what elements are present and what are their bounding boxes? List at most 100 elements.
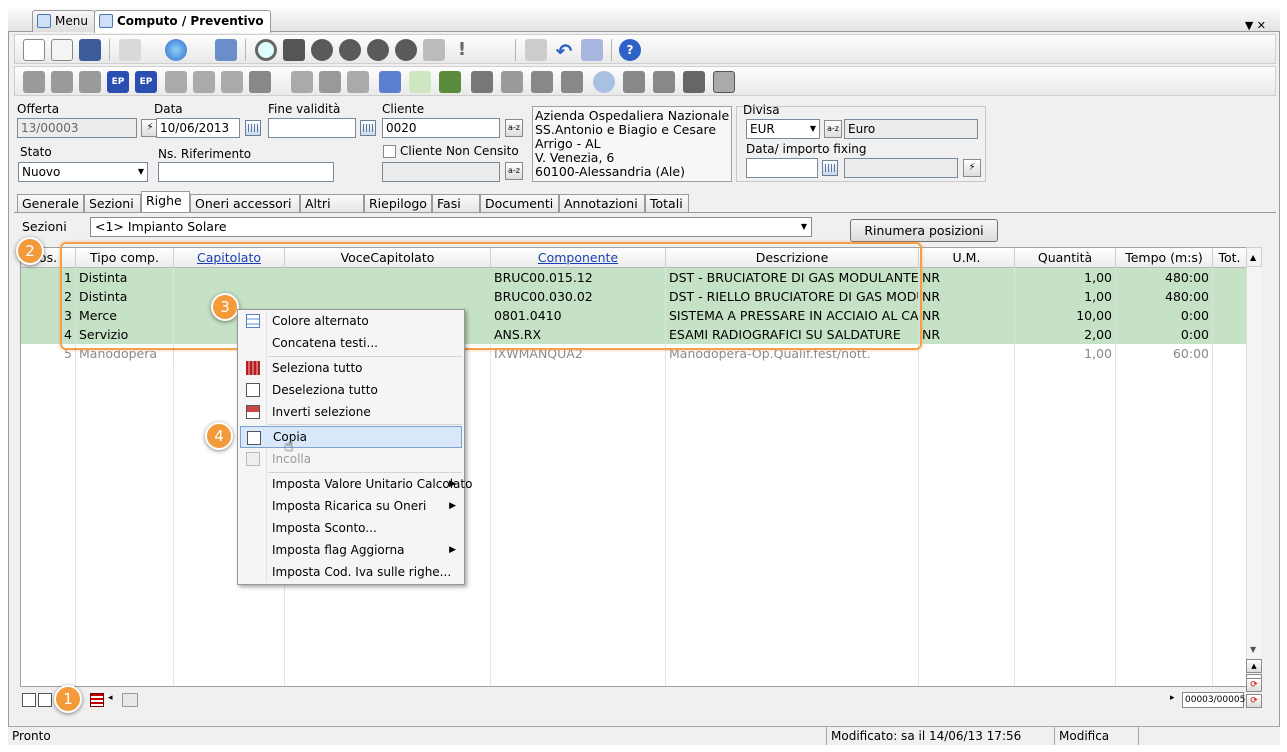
wrench-icon[interactable] — [501, 71, 523, 93]
help-icon[interactable]: ? — [619, 39, 641, 61]
spreadsheet-icon[interactable] — [409, 71, 431, 93]
refresh-icon[interactable]: ⟳ — [1246, 678, 1262, 692]
search-icon[interactable] — [255, 39, 277, 61]
compass-icon[interactable] — [593, 71, 615, 93]
tag-icon[interactable] — [683, 71, 705, 93]
tab-generale[interactable]: Generale — [17, 194, 84, 213]
tab-sezioni[interactable]: Sezioni — [84, 194, 141, 213]
settings-icon[interactable] — [215, 39, 237, 61]
scroll-right-icon[interactable]: ▸ — [1170, 693, 1175, 703]
window-icon[interactable] — [713, 71, 735, 93]
tab-oneri-accessori[interactable]: Oneri accessori — [190, 194, 300, 213]
gear-search-icon[interactable] — [653, 71, 675, 93]
first-record-icon[interactable] — [311, 39, 333, 61]
riferimento-field[interactable] — [158, 162, 334, 182]
tools-icon[interactable] — [319, 71, 341, 93]
attachment-icon[interactable] — [581, 39, 603, 61]
next-record-icon[interactable] — [367, 39, 389, 61]
menu-seleziona-tutto[interactable]: Seleziona tutto — [240, 357, 462, 379]
menu-incolla[interactable]: Incolla — [240, 448, 462, 470]
menu-flag-aggiorna[interactable]: Imposta flag Aggiorna ▶ — [240, 539, 462, 561]
rinumera-posizioni-button[interactable]: Rinumera posizioni — [850, 219, 998, 242]
menu-concatena-testi[interactable]: Concatena testi... — [240, 332, 462, 354]
move-up-icon[interactable]: ▲ — [1246, 659, 1262, 673]
menu-cod-iva[interactable]: Imposta Cod. Iva sulle righe... — [240, 561, 462, 583]
copy-record-icon[interactable] — [423, 39, 445, 61]
menu-imposta-sconto[interactable]: Imposta Sconto... — [240, 517, 462, 539]
menu-valore-unitario[interactable]: Imposta Valore Unitario Calcolato ▶ — [240, 473, 472, 495]
view-grid-icon[interactable] — [90, 693, 104, 707]
non-censito-checkbox[interactable] — [383, 145, 396, 158]
save-icon[interactable] — [79, 39, 101, 61]
lookup-icon[interactable]: a-z — [505, 119, 523, 137]
document-import-icon[interactable] — [221, 71, 243, 93]
tree-icon[interactable] — [439, 71, 461, 93]
person-icon[interactable] — [623, 71, 645, 93]
calendar-icon[interactable] — [360, 120, 376, 136]
tab-computo-preventivo[interactable]: Computo / Preventivo — [94, 10, 271, 33]
stato-select[interactable]: Nuovo ▼ — [18, 162, 148, 182]
ep-settings-icon[interactable]: EP — [135, 71, 157, 93]
tab-annotazioni[interactable]: Annotazioni — [559, 194, 645, 213]
sezioni-select[interactable]: <1> Impianto Solare ▼ — [90, 217, 812, 237]
data-field[interactable]: 10/06/2013 — [156, 118, 240, 138]
lightning-icon[interactable]: ⚡ — [963, 159, 981, 177]
divisa-select[interactable]: EUR ▼ — [746, 119, 820, 139]
tab-fasi[interactable]: Fasi — [432, 194, 480, 213]
refresh-2-icon[interactable]: ⟳ — [1246, 694, 1262, 708]
export-icon[interactable] — [119, 39, 141, 61]
lookup-icon[interactable]: a-z — [824, 120, 842, 138]
column-header[interactable]: U.M. — [919, 248, 1015, 268]
view-form-icon[interactable] — [22, 693, 36, 707]
document-export-icon[interactable] — [193, 71, 215, 93]
calendar-icon[interactable] — [822, 160, 838, 176]
horizontal-scroll-thumb[interactable] — [122, 693, 138, 707]
view-list-icon[interactable] — [38, 693, 52, 707]
menu-colore-alternato[interactable]: Colore alternato — [240, 310, 462, 332]
undo-icon[interactable]: ↶ — [553, 39, 575, 63]
edit-document-icon[interactable] — [51, 39, 73, 61]
last-record-icon[interactable] — [395, 39, 417, 61]
window-controls[interactable]: ▼ ✕ — [1245, 19, 1266, 32]
globe-icon[interactable] — [165, 39, 187, 61]
menu-copia[interactable]: Copia — [240, 426, 462, 448]
tab-righe[interactable]: Righe — [141, 191, 190, 213]
house-icon[interactable] — [531, 71, 553, 93]
open-folder-2-icon[interactable] — [51, 71, 73, 93]
house-2-icon[interactable] — [561, 71, 583, 93]
vertical-scrollbar[interactable]: ▼ — [1246, 267, 1262, 687]
open-folder-3-icon[interactable] — [79, 71, 101, 93]
cliente-field[interactable]: 0020 — [382, 118, 500, 138]
binoculars-icon[interactable] — [283, 39, 305, 61]
fixing-amount-field[interactable] — [844, 158, 958, 178]
tab-totali[interactable]: Totali — [645, 194, 689, 213]
non-censito-field[interactable] — [382, 162, 500, 182]
calendar-icon[interactable] — [245, 120, 261, 136]
column-header[interactable]: Tot. — [1213, 248, 1247, 268]
previous-record-icon[interactable] — [339, 39, 361, 61]
scroll-down-icon[interactable]: ▼ — [1250, 645, 1256, 654]
offerta-field[interactable]: 13/00003 — [17, 118, 137, 138]
delete-icon[interactable] — [525, 39, 547, 61]
tab-menu[interactable]: Menu — [32, 10, 95, 32]
report-icon[interactable] — [347, 71, 369, 93]
copy-icon[interactable] — [291, 71, 313, 93]
fine-validita-field[interactable] — [268, 118, 356, 138]
print-icon[interactable] — [249, 71, 271, 93]
document-gear-icon[interactable] — [165, 71, 187, 93]
new-document-icon[interactable] — [23, 39, 45, 61]
scroll-up-corner[interactable]: ▲ — [1246, 247, 1262, 267]
scroll-left-icon[interactable]: ◂ — [108, 693, 113, 703]
menu-inverti-selezione[interactable]: Inverti selezione — [240, 401, 462, 423]
tab-altri-dati[interactable]: Altri Dati — [300, 194, 364, 228]
ep-icon[interactable]: EP — [107, 71, 129, 93]
alert-icon[interactable]: ! — [451, 39, 473, 61]
gears-icon[interactable] — [471, 71, 493, 93]
menu-deseleziona-tutto[interactable]: Deseleziona tutto — [240, 379, 462, 401]
tab-documenti[interactable]: Documenti — [480, 194, 559, 213]
fixing-date-field[interactable] — [746, 158, 818, 178]
menu-ricarica-oneri[interactable]: Imposta Ricarica su Oneri ▶ — [240, 495, 462, 517]
calculator-icon[interactable] — [379, 71, 401, 93]
open-folder-icon[interactable] — [23, 71, 45, 93]
column-header[interactable]: Tempo (m:s) — [1116, 248, 1213, 268]
